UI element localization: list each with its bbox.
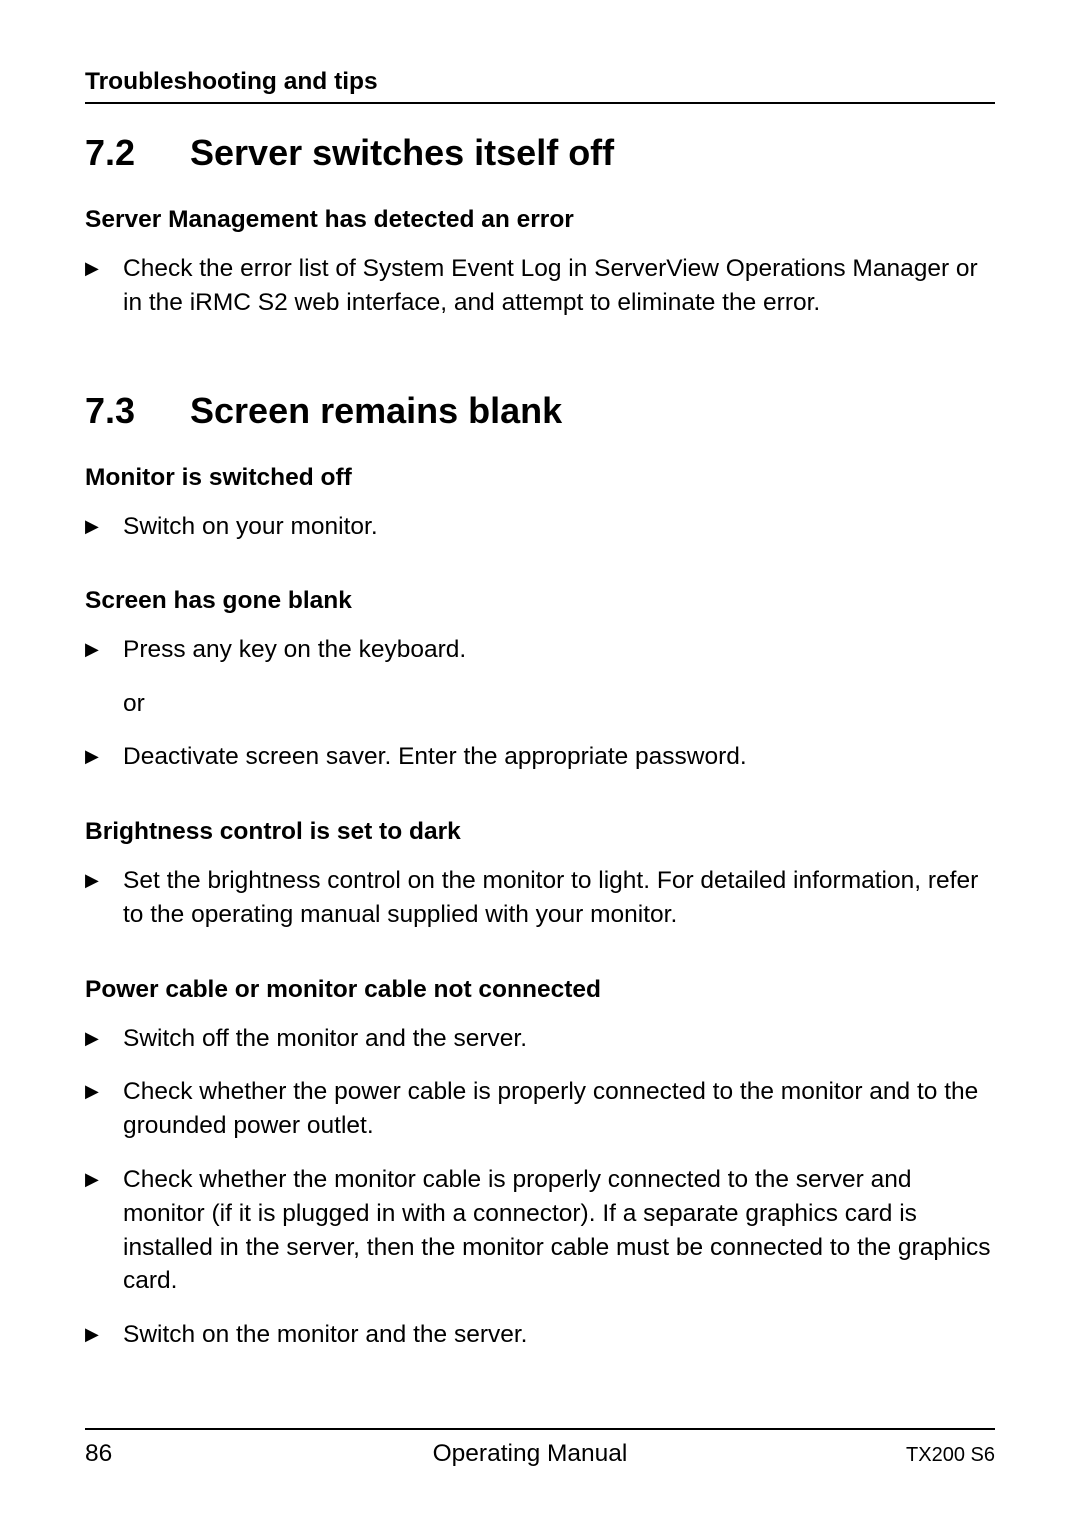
- section-number: 7.2: [85, 132, 190, 174]
- document-page: Troubleshooting and tips 7.2 Server swit…: [0, 0, 1080, 1352]
- bullet-item: ▶ Press any key on the keyboard.: [85, 633, 995, 667]
- bullet-text: Check the error list of System Event Log…: [123, 252, 995, 320]
- bullet-item: ▶ Check whether the power cable is prope…: [85, 1075, 995, 1143]
- bullet-item: ▶ Switch on your monitor.: [85, 510, 995, 544]
- section-heading-7-3: 7.3 Screen remains blank: [85, 390, 995, 432]
- sub-heading: Power cable or monitor cable not connect…: [85, 976, 995, 1004]
- sub-heading: Monitor is switched off: [85, 464, 995, 492]
- bullet-text: Switch on your monitor.: [123, 510, 995, 544]
- bullet-item: ▶ Switch on the monitor and the server.: [85, 1318, 995, 1352]
- triangle-bullet-icon: ▶: [85, 633, 123, 667]
- bullet-text: Deactivate screen saver. Enter the appro…: [123, 740, 995, 774]
- bullet-text: Check whether the power cable is properl…: [123, 1075, 995, 1143]
- section-number: 7.3: [85, 390, 190, 432]
- page-number: 86: [85, 1440, 205, 1468]
- triangle-bullet-icon: ▶: [85, 510, 123, 544]
- triangle-bullet-icon: ▶: [85, 864, 123, 932]
- page-footer: 86 Operating Manual TX200 S6: [85, 1428, 995, 1468]
- section-title: Screen remains blank: [190, 390, 562, 432]
- triangle-bullet-icon: ▶: [85, 252, 123, 320]
- triangle-bullet-icon: ▶: [85, 1075, 123, 1143]
- sub-heading: Screen has gone blank: [85, 587, 995, 615]
- section-heading-7-2: 7.2 Server switches itself off: [85, 132, 995, 174]
- bullet-text: Switch off the monitor and the server.: [123, 1022, 995, 1056]
- bullet-item: ▶ Check the error list of System Event L…: [85, 252, 995, 320]
- triangle-bullet-icon: ▶: [85, 1163, 123, 1298]
- triangle-bullet-icon: ▶: [85, 1022, 123, 1056]
- section-title: Server switches itself off: [190, 132, 614, 174]
- triangle-bullet-icon: ▶: [85, 740, 123, 774]
- bullet-text: Check whether the monitor cable is prope…: [123, 1163, 995, 1298]
- bullet-item: ▶ Set the brightness control on the moni…: [85, 864, 995, 932]
- footer-model: TX200 S6: [855, 1444, 995, 1467]
- footer-row: 86 Operating Manual TX200 S6: [85, 1440, 995, 1468]
- running-header: Troubleshooting and tips: [85, 68, 995, 102]
- bullet-text: Set the brightness control on the monito…: [123, 864, 995, 932]
- header-rule: [85, 102, 995, 104]
- footer-rule: [85, 1428, 995, 1430]
- bullet-item: ▶ Deactivate screen saver. Enter the app…: [85, 740, 995, 774]
- bullet-item: ▶ Switch off the monitor and the server.: [85, 1022, 995, 1056]
- bullet-item: ▶ Check whether the monitor cable is pro…: [85, 1163, 995, 1298]
- triangle-bullet-icon: ▶: [85, 1318, 123, 1352]
- bullet-text: Press any key on the keyboard.: [123, 633, 995, 667]
- sub-heading: Brightness control is set to dark: [85, 818, 995, 846]
- sub-heading: Server Management has detected an error: [85, 206, 995, 234]
- footer-center-text: Operating Manual: [205, 1440, 855, 1468]
- bullet-text: Switch on the monitor and the server.: [123, 1318, 995, 1352]
- indent-text-or: or: [123, 687, 995, 720]
